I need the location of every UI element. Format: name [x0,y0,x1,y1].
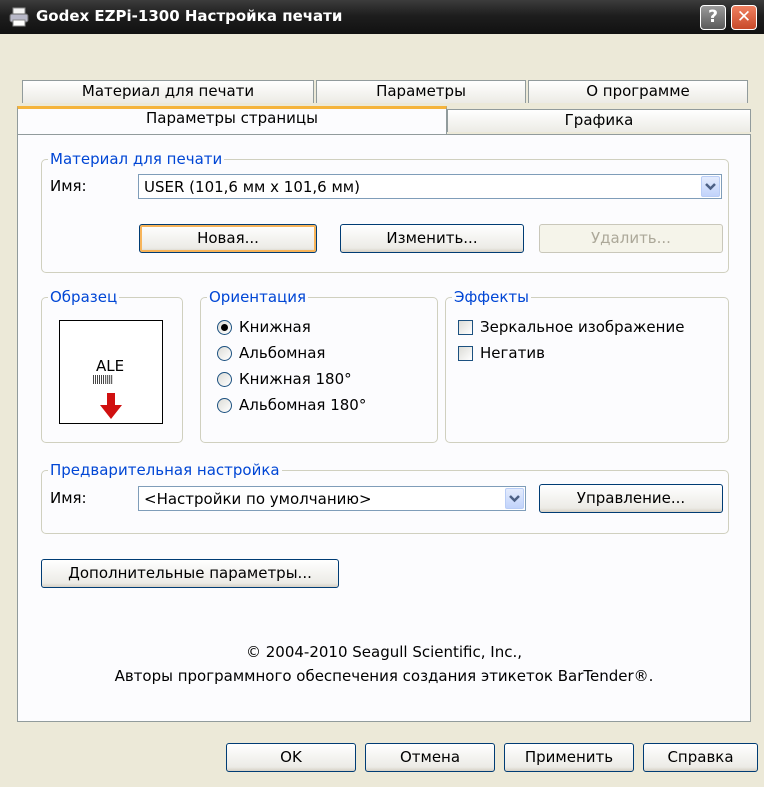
copyright-line-2: Авторы программного обеспечения создания… [114,667,654,685]
manage-presets-button[interactable]: Управление... [539,484,723,513]
negative-label: Негатив [480,344,545,362]
advanced-options-button[interactable]: Дополнительные параметры... [41,559,339,588]
apply-button[interactable]: Применить [504,743,634,772]
new-media-button[interactable]: Новая... [139,224,317,253]
portrait-radio[interactable] [217,320,232,335]
sample-group-title: Образец [48,288,120,306]
chevron-down-icon[interactable] [701,176,720,197]
ok-button[interactable]: OK [226,743,356,772]
tab-panel: Материал для печати Имя: USER (101,6 мм … [17,134,751,722]
tab-about[interactable]: О программе [528,80,748,103]
cancel-button[interactable]: Отмена [365,743,495,772]
media-name-select[interactable]: USER (101,6 мм x 101,6 мм) [138,174,722,199]
preset-group-title: Предварительная настройка [48,461,282,479]
preset-name-label: Имя: [50,489,87,507]
orientation-group: Ориентация Книжная Альбомная Книжная 180… [200,288,438,443]
preset-name-select[interactable]: <Настройки по умолчанию> [138,486,526,511]
media-name-value: USER (101,6 мм x 101,6 мм) [144,178,360,196]
preset-name-value: <Настройки по умолчанию> [144,490,372,508]
media-group-title: Материал для печати [48,150,225,168]
help-title-button[interactable]: ? [700,5,726,30]
window-title: Godex EZPi-1300 Настройка печати [36,7,343,25]
delete-media-button[interactable]: Удалить... [539,224,723,253]
portrait-label: Книжная [239,318,311,336]
chevron-down-icon[interactable] [505,488,524,509]
arrow-down-icon [100,393,122,419]
preset-group: Предварительная настройка Имя: <Настройк… [41,461,729,534]
media-group: Материал для печати Имя: USER (101,6 мм … [41,150,729,273]
tab-graphics[interactable]: Графика [447,109,751,132]
tab-page-setup[interactable]: Параметры страницы [17,106,447,134]
help-button[interactable]: Справка [643,743,758,772]
sample-preview: ALE |||||||||| [59,320,163,424]
mirror-checkbox[interactable] [458,320,473,335]
tab-options[interactable]: Параметры [316,80,526,103]
landscape-label: Альбомная [239,344,326,362]
landscape-180-radio[interactable] [217,398,232,413]
portrait-180-label: Книжная 180° [239,370,352,388]
edit-media-button[interactable]: Изменить... [340,224,524,253]
sample-group: Образец ALE |||||||||| [41,288,183,443]
mirror-label: Зеркальное изображение [480,318,685,336]
orientation-group-title: Ориентация [207,288,309,306]
print-settings-window: Godex EZPi-1300 Настройка печати ? ✕ Мат… [0,0,764,787]
title-bar[interactable]: Godex EZPi-1300 Настройка печати ? ✕ [0,0,764,34]
effects-group: Эффекты Зеркальное изображение Негатив [445,288,729,443]
media-name-label: Имя: [50,177,87,195]
landscape-180-label: Альбомная 180° [239,396,367,414]
close-button[interactable]: ✕ [731,5,757,30]
sample-barcode: |||||||||| [92,375,113,385]
negative-checkbox[interactable] [458,346,473,361]
landscape-radio[interactable] [217,346,232,361]
printer-icon [9,7,29,27]
effects-group-title: Эффекты [452,288,531,306]
copyright-line-1: © 2004-2010 Seagull Scientific, Inc., [245,643,523,661]
tab-media[interactable]: Материал для печати [22,80,314,103]
portrait-180-radio[interactable] [217,372,232,387]
